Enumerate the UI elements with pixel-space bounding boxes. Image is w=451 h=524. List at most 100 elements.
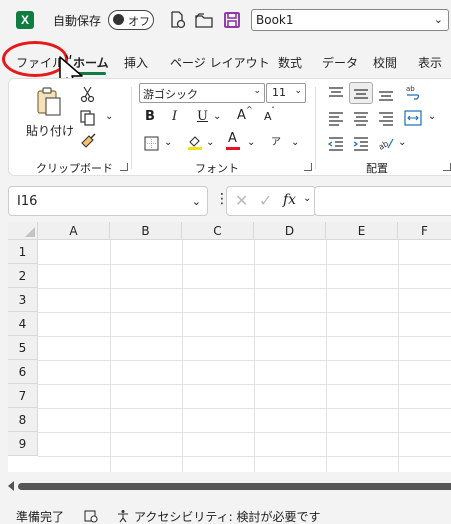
grow-font-button[interactable]: A: [237, 108, 246, 123]
column-header[interactable]: D: [254, 222, 326, 240]
enter-icon[interactable]: ✓: [259, 191, 272, 210]
grid-line: [110, 240, 111, 472]
grid-line: [38, 360, 451, 361]
tab-view[interactable]: 表示: [418, 54, 442, 71]
formula-bar: I16 ⌄ ⋮ ✕ ✓ fx ⌄: [8, 186, 451, 216]
row-header[interactable]: 3: [8, 288, 38, 312]
chevron-down-icon: ⌄: [433, 13, 443, 26]
column-header[interactable]: C: [182, 222, 254, 240]
font-color-dropdown-icon[interactable]: ⌄: [247, 137, 255, 148]
grid-line: [398, 240, 399, 472]
align-middle-icon: [354, 89, 368, 99]
align-top-icon[interactable]: [327, 85, 345, 103]
clipboard-group-label: クリップボード: [36, 162, 113, 175]
autosave-label: 自動保存: [53, 14, 102, 28]
save-icon[interactable]: [222, 10, 242, 30]
filename: Book1: [256, 13, 294, 27]
column-header[interactable]: A: [38, 222, 110, 240]
grid-line: [38, 408, 451, 409]
paste-icon[interactable]: [35, 87, 63, 117]
macro-record-icon[interactable]: [84, 509, 98, 523]
borders-icon[interactable]: [143, 135, 161, 153]
wrap-text-icon[interactable]: ab: [404, 83, 422, 101]
accessibility-icon[interactable]: [116, 509, 130, 523]
cut-icon[interactable]: [79, 85, 97, 103]
autosave-toggle[interactable]: オフ: [108, 10, 154, 30]
align-bottom-icon[interactable]: [377, 85, 395, 103]
copy-dropdown-icon[interactable]: ⌄: [105, 111, 113, 122]
font-color-button[interactable]: A: [228, 131, 237, 146]
row-header[interactable]: 1: [8, 240, 38, 264]
fill-color-icon[interactable]: [186, 133, 204, 151]
tab-insert[interactable]: 挿入: [124, 54, 148, 71]
select-all-button[interactable]: [8, 222, 38, 240]
tab-data[interactable]: データ: [322, 54, 358, 71]
row-header[interactable]: 7: [8, 384, 38, 408]
decrease-indent-icon[interactable]: [327, 135, 345, 153]
fill-color-dropdown-icon[interactable]: ⌄: [206, 137, 214, 148]
merge-dropdown-icon[interactable]: ⌄: [428, 111, 436, 122]
alignment-launcher-icon[interactable]: [443, 163, 451, 171]
grid-line: [254, 240, 255, 472]
phonetic-button[interactable]: ア: [271, 133, 281, 148]
scrollbar-thumb[interactable]: [18, 483, 451, 490]
chevron-down-icon[interactable]: ⌄: [303, 193, 311, 204]
font-size-select[interactable]: 11 ⌄: [266, 83, 306, 103]
row-header[interactable]: 8: [8, 408, 38, 432]
tab-review[interactable]: 校閲: [373, 54, 397, 71]
chevron-down-icon: ⌄: [253, 86, 261, 96]
grid-line: [38, 432, 451, 433]
align-right-icon[interactable]: [377, 110, 395, 128]
row-header[interactable]: 4: [8, 312, 38, 336]
underline-button[interactable]: U: [197, 109, 208, 124]
orientation-icon[interactable]: ab: [377, 134, 395, 152]
orientation-dropdown-icon[interactable]: ⌄: [398, 137, 406, 148]
tab-formulas[interactable]: 数式: [278, 54, 302, 71]
grid-line: [38, 312, 451, 313]
autosave-state: オフ: [128, 15, 150, 28]
row-header[interactable]: 5: [8, 336, 38, 360]
font-size-value: 11: [272, 86, 286, 99]
row-header[interactable]: 9: [8, 432, 38, 456]
row-header[interactable]: 6: [8, 360, 38, 384]
name-box[interactable]: I16 ⌄: [8, 186, 208, 216]
clipboard-launcher-icon[interactable]: [120, 163, 128, 171]
folder-icon[interactable]: [194, 10, 214, 30]
column-header[interactable]: B: [110, 222, 182, 240]
merge-center-icon[interactable]: [404, 109, 422, 127]
file-check-icon[interactable]: [167, 10, 187, 30]
underline-dropdown-icon[interactable]: ⌄: [213, 111, 221, 122]
borders-dropdown-icon[interactable]: ⌄: [164, 137, 172, 148]
insert-function-button[interactable]: fx: [283, 192, 296, 208]
cancel-icon[interactable]: ✕: [235, 191, 248, 210]
chevron-down-icon: ⌄: [191, 195, 201, 208]
tab-page-layout[interactable]: ページ レイアウト: [170, 54, 270, 71]
font-group-label: フォント: [195, 162, 239, 175]
spreadsheet-grid[interactable]: A B C D E F 1 2 3 4 5 6 7 8 9: [8, 222, 451, 472]
row-header[interactable]: 2: [8, 264, 38, 288]
align-center-icon[interactable]: [352, 110, 370, 128]
excel-logo: X: [16, 11, 34, 29]
select-all-icon: [25, 227, 35, 237]
bold-button[interactable]: B: [145, 109, 155, 124]
toggle-knob: [113, 14, 124, 25]
font-name-value: 游ゴシック: [143, 88, 198, 101]
column-header[interactable]: F: [398, 222, 451, 240]
formula-input[interactable]: [314, 186, 451, 216]
grid-line: [326, 240, 327, 472]
column-header[interactable]: E: [326, 222, 398, 240]
italic-button[interactable]: I: [172, 109, 177, 124]
increase-indent-icon[interactable]: [352, 135, 370, 153]
scroll-left-icon[interactable]: [8, 481, 14, 491]
font-name-select[interactable]: 游ゴシック ⌄: [139, 83, 265, 103]
accessibility-status[interactable]: アクセシビリティ: 検討が必要です: [134, 508, 321, 524]
font-launcher-icon[interactable]: [304, 163, 312, 171]
copy-icon[interactable]: [79, 109, 97, 127]
filename-box[interactable]: Book1 ⌄: [251, 9, 449, 31]
horizontal-scrollbar[interactable]: [8, 480, 451, 492]
format-painter-icon[interactable]: [79, 133, 97, 151]
phonetic-dropdown-icon[interactable]: ⌄: [291, 137, 299, 148]
align-left-icon[interactable]: [327, 110, 345, 128]
svg-text:ab: ab: [406, 85, 415, 93]
shrink-arrow-icon: ˇ: [271, 106, 275, 115]
